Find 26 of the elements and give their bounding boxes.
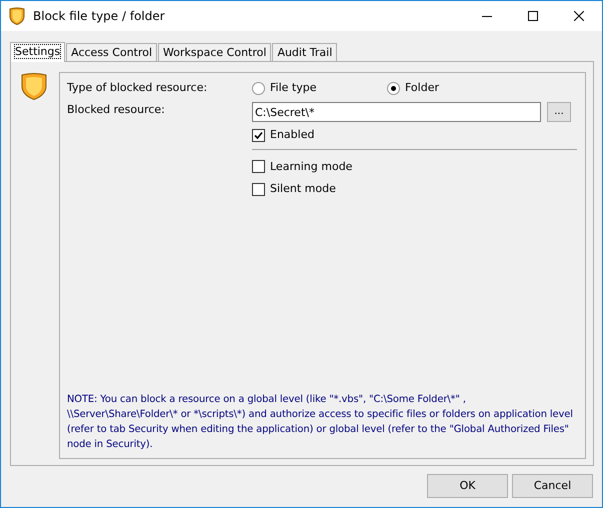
radio-label: File type [270,80,316,96]
note-text: NOTE: You can block a resource on a global level (like "*.vbs", "C:\Some Folder\*" , \\Server\Share\Folder\* or *\scripts\*) and authorize access to specific files or folders on application level (refer to tab Security when editing the application) or global level (refer to the "Global Authorized Files" node in Security). [67,393,574,452]
checkbox-label: Learning mode [270,158,352,174]
close-icon [574,11,584,21]
checkbox[interactable] [252,160,265,174]
window-title: Block file type / folder [33,8,165,25]
tab[interactable]: Settings [10,42,66,62]
resource-field[interactable]: C:\Secret\* [252,102,541,122]
radio-button[interactable] [252,82,265,94]
cancel-button[interactable]: Cancel [512,474,593,498]
ok-button[interactable]: OK [427,474,508,498]
checkbox[interactable] [252,128,265,142]
tab[interactable]: Audit Trail [272,43,338,61]
radio-label: Folder [405,80,439,96]
browse-button[interactable]: ... [547,102,571,122]
radio-button[interactable] [387,82,400,94]
field-label: Type of blocked resource: [67,80,208,96]
tab[interactable]: Workspace Control [158,43,272,61]
field-label: Blocked resource: [67,102,166,118]
shield-icon [21,72,47,100]
checkbox[interactable] [252,182,265,196]
checkbox-label: Silent mode [270,181,336,197]
shield-icon [9,7,25,25]
maximize-icon [528,11,538,21]
tab[interactable]: Access Control [66,43,158,61]
checkbox-label: Enabled [270,127,314,143]
